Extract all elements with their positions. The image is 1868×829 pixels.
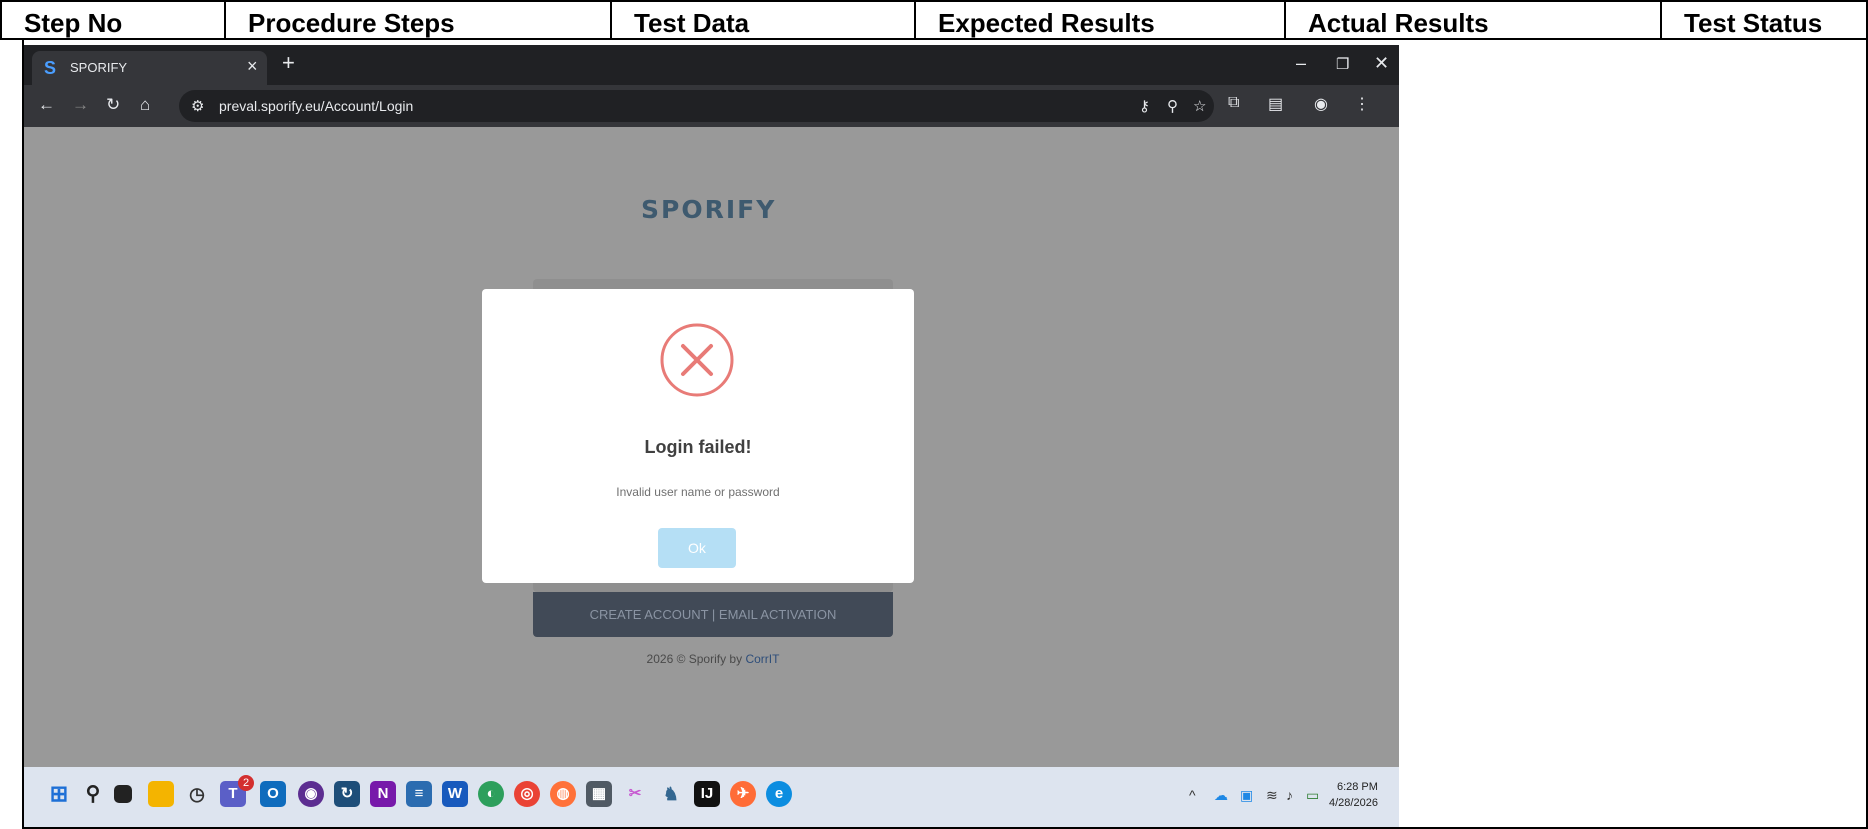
edge-icon[interactable]: e — [766, 781, 792, 807]
create-account-bar[interactable]: CREATE ACCOUNT | EMAIL ACTIVATION — [533, 592, 893, 637]
volume-icon[interactable]: ♪ — [1286, 787, 1293, 803]
header-actual-results: Actual Results — [1284, 2, 1660, 38]
footer-link[interactable]: CorrIT — [745, 652, 779, 666]
wifi-icon[interactable]: ≋ — [1266, 787, 1278, 804]
battery-icon[interactable]: ▭ — [1306, 787, 1319, 804]
notepad-icon[interactable]: ≡ — [406, 781, 432, 807]
table-header-row: Step No Procedure Steps Test Data Expect… — [0, 0, 1868, 40]
dialog-message: Invalid user name or password — [616, 485, 780, 499]
dialog-title: Login failed! — [644, 437, 752, 457]
minimize-icon[interactable]: – — [1296, 53, 1306, 74]
header-procedure-steps: Procedure Steps — [224, 2, 610, 38]
login-page: SPORIFY CREATE ACCOUNT | EMAIL ACTIVATIO… — [24, 127, 1399, 767]
snipping-tool-icon[interactable]: ✂ — [622, 781, 648, 807]
restore-icon[interactable]: ❐ — [1336, 55, 1349, 73]
header-test-data: Test Data — [610, 2, 914, 38]
browser-nav-bar: ← → ↻ ⌂ ⚙ preval.sporify.eu/Account/Logi… — [24, 85, 1399, 127]
postgres-icon[interactable]: ♞ — [658, 781, 684, 807]
page-footer: 2026 © Sporify by CorrIT — [533, 652, 893, 666]
tray-app-icon[interactable]: ▣ — [1240, 787, 1253, 804]
window-close-icon[interactable]: ✕ — [1374, 53, 1389, 74]
header-test-status: Test Status — [1660, 2, 1868, 38]
jetbrains-icon[interactable]: IJ — [694, 781, 720, 807]
system-clock[interactable]: 6:28 PM 4/28/2026 — [1329, 779, 1378, 811]
embedded-screenshot: S SPORIFY × + – ❐ ✕ ← → ↻ ⌂ ⚙ preval.spo… — [24, 45, 1399, 827]
sporify-favicon-icon: S — [44, 58, 57, 78]
onedrive-icon[interactable]: ☁ — [1214, 787, 1228, 804]
clock-time: 6:28 PM — [1336, 781, 1378, 793]
new-tab-icon[interactable]: + — [282, 50, 295, 76]
chrome-icon[interactable]: ◎ — [514, 781, 540, 807]
login-failed-dialog: Login failed! Invalid user name or passw… — [482, 289, 914, 583]
site-info-icon[interactable]: ⚙ — [191, 97, 204, 115]
forward-icon[interactable]: → — [72, 95, 89, 115]
bookmark-star-icon[interactable]: ☆ — [1193, 97, 1206, 115]
windows-taskbar: ⊞ ⚲ ◷ T 2 O ◉ ↻ N ≡ W ◐ ◎ ◍ ▦ ✂ ♞ IJ ✈ e… — [24, 767, 1399, 827]
app-icon-3[interactable]: ◐ — [478, 781, 504, 807]
file-explorer-icon[interactable] — [148, 781, 174, 807]
postman-icon[interactable]: ✈ — [730, 781, 756, 807]
extensions-icon[interactable]: ⧉ — [1228, 94, 1239, 112]
password-key-icon[interactable]: ⚷ — [1139, 97, 1150, 115]
outlook-icon[interactable]: O — [260, 781, 286, 807]
ok-button[interactable]: Ok — [658, 528, 736, 568]
sporify-logo: SPORIFY — [641, 195, 777, 224]
browser-tab-bar: S SPORIFY × + – ❐ ✕ — [24, 45, 1399, 85]
address-bar[interactable]: ⚙ preval.sporify.eu/Account/Login ⚷ ⚲ ☆ — [179, 90, 1214, 122]
tab-close-icon[interactable]: × — [247, 56, 258, 77]
github-icon[interactable]: ◉ — [298, 781, 324, 807]
search-icon[interactable]: ⚲ — [80, 781, 106, 807]
word-icon[interactable]: W — [442, 781, 468, 807]
clock-date: 4/28/2026 — [1329, 797, 1378, 809]
calculator-icon[interactable]: ▦ — [586, 781, 612, 807]
profile-icon[interactable]: ◉ — [1314, 94, 1328, 114]
error-x-icon — [660, 323, 734, 397]
notification-badge: 2 — [238, 775, 254, 791]
header-step-no: Step No — [0, 2, 224, 38]
tab-title: SPORIFY — [70, 60, 128, 75]
footer-text: 2026 © Sporify by — [646, 652, 746, 666]
task-view-icon[interactable] — [114, 785, 132, 803]
start-icon[interactable]: ⊞ — [46, 781, 72, 807]
menu-icon[interactable]: ⋮ — [1354, 94, 1370, 114]
back-icon[interactable]: ← — [38, 95, 55, 115]
app-icon-2[interactable]: ↻ — [334, 781, 360, 807]
browser-tab[interactable]: S SPORIFY × — [32, 51, 267, 85]
url-text[interactable]: preval.sporify.eu/Account/Login — [219, 98, 413, 114]
reading-mode-icon[interactable]: ▤ — [1268, 94, 1283, 114]
zoom-icon[interactable]: ⚲ — [1167, 97, 1178, 115]
home-icon[interactable]: ⌂ — [140, 95, 150, 115]
tray-overflow-icon[interactable]: ^ — [1189, 787, 1196, 803]
header-expected-results: Expected Results — [914, 2, 1284, 38]
app-icon-1[interactable]: ◷ — [184, 781, 210, 807]
onenote-icon[interactable]: N — [370, 781, 396, 807]
reload-icon[interactable]: ↻ — [106, 95, 120, 115]
firefox-icon[interactable]: ◍ — [550, 781, 576, 807]
